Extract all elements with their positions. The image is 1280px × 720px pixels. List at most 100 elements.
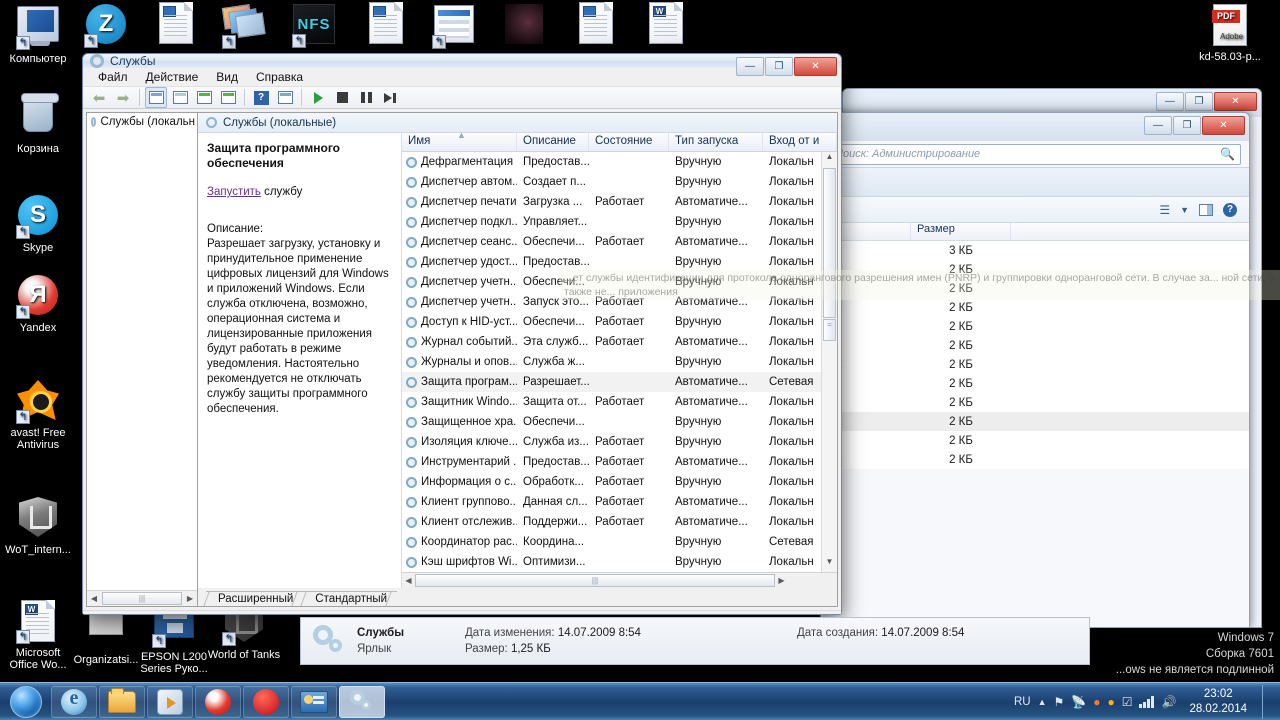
scroll-left-arrow[interactable]: ◀ <box>402 576 415 585</box>
column-header-description[interactable]: Описание <box>517 133 589 151</box>
column-header-state[interactable]: Состояние <box>589 133 669 151</box>
chevron-up-icon[interactable]: ▲ <box>1038 697 1047 707</box>
minimize-button[interactable]: — <box>1156 92 1184 111</box>
signal-icon[interactable] <box>1139 695 1155 708</box>
table-row[interactable]: Журналы и опов... Служба ж... Вручную Ло… <box>402 352 821 372</box>
list-vertical-scrollbar[interactable]: ▲ = ▼ <box>821 152 837 572</box>
restart-service-icon[interactable] <box>379 87 401 108</box>
avast-icon[interactable]: ● <box>1093 695 1100 709</box>
opera-tray-icon[interactable]: ● <box>1107 695 1114 709</box>
preview-pane-icon[interactable] <box>1199 203 1213 216</box>
tab-extended[interactable]: Расширенный <box>206 591 304 606</box>
menu-file[interactable]: Файл <box>89 68 137 86</box>
desktop-icon-yandex[interactable]: Я ↰ Yandex <box>0 273 76 334</box>
services-list-view[interactable]: Имя ▲ Описание Состояние Тип запуска Вхо… <box>402 133 837 588</box>
search-input[interactable]: Поиск: Администрирование 🔍 <box>829 143 1241 165</box>
table-row[interactable]: Диспетчер учетн... Запуск это... Работае… <box>402 292 821 312</box>
explorer-window-front[interactable]: — ❐ ✕ Поиск: Администрирование 🔍 ☰ ▼ ? Р… <box>820 112 1250 628</box>
tree-node-services-local[interactable]: Службы (локальн <box>87 113 197 131</box>
desktop-icon-dark-game[interactable] <box>486 2 562 51</box>
taskbar-item-services[interactable] <box>339 685 385 718</box>
scroll-down-arrow[interactable]: ▼ <box>826 557 834 572</box>
table-row[interactable]: Дефрагментация ... Предостав... Вручную … <box>402 152 821 172</box>
close-button[interactable]: ✕ <box>1202 116 1245 135</box>
file-row[interactable]: ык 2 КБ <box>821 298 1249 317</box>
desktop-icon-wot[interactable]: WoT_intern... <box>0 495 76 556</box>
close-button[interactable]: ✕ <box>1214 92 1257 111</box>
taskbar-item-media-player[interactable] <box>147 685 193 718</box>
table-row[interactable]: Кэш шрифтов Wi... Оптимизи... Вручную Ло… <box>402 552 821 572</box>
file-row[interactable]: ык 3 КБ <box>821 241 1249 260</box>
desktop-icon-pdf[interactable]: PDF Adobe kd-58.03-p... <box>1192 4 1268 63</box>
close-button[interactable]: ✕ <box>794 57 837 76</box>
table-row[interactable]: Диспетчер удост... Предостав... Вручную … <box>402 252 821 272</box>
scroll-up-arrow[interactable]: ▲ <box>826 152 834 167</box>
menu-help[interactable]: Справка <box>247 68 312 86</box>
flag-icon[interactable]: ⚑ <box>1054 695 1065 709</box>
table-row[interactable]: Защита програм... Разрешает... Автоматич… <box>402 372 821 392</box>
desktop-icon-skype[interactable]: S ↰ Skype <box>0 193 76 254</box>
file-row[interactable]: ык 2 КБ <box>821 374 1249 393</box>
file-row[interactable]: ык 2 КБ <box>821 450 1249 469</box>
desktop-icon-document-1[interactable] <box>138 2 214 49</box>
desktop-icon-recycle-bin[interactable]: Корзина <box>0 93 76 155</box>
export-list-icon[interactable] <box>217 87 239 108</box>
desktop-icon-explorer-window[interactable]: ↰ <box>416 2 492 52</box>
file-row[interactable]: ык 2 КБ <box>821 279 1249 298</box>
maximize-button[interactable]: ❐ <box>1185 92 1213 111</box>
console-icon[interactable] <box>274 87 296 108</box>
taskbar-item-yandex[interactable] <box>195 685 241 718</box>
start-button[interactable] <box>2 685 50 719</box>
console-tree[interactable]: Службы (локальн ◀ ||| ▶ <box>86 112 198 607</box>
table-row[interactable]: Журнал событий... Эта служб... Работает … <box>402 332 821 352</box>
table-row[interactable]: Инструментарий ... Предостав... Работает… <box>402 452 821 472</box>
back-arrow-icon[interactable]: ⬅ <box>88 87 110 108</box>
volume-icon[interactable]: 🔊 <box>1161 695 1176 709</box>
defender-icon[interactable]: ☑ <box>1122 695 1133 709</box>
clock[interactable]: 23:02 28.02.2014 <box>1183 687 1253 717</box>
scroll-right-arrow[interactable]: ▶ <box>775 576 788 585</box>
table-row[interactable]: Защитник Windo... Защита от... Работает … <box>402 392 821 412</box>
scroll-grip[interactable]: = <box>823 319 836 341</box>
taskbar-item-internet-explorer[interactable] <box>51 685 97 718</box>
desktop-icon-word-2[interactable] <box>628 2 704 49</box>
language-indicator[interactable]: RU <box>1014 696 1031 708</box>
taskbar-item-opera[interactable] <box>243 685 289 718</box>
table-row[interactable]: Диспетчер автом... Создает п... Вручную … <box>402 172 821 192</box>
table-row[interactable]: Диспетчер печати Загрузка ... Работает А… <box>402 192 821 212</box>
scroll-thumb[interactable]: ||| <box>102 592 182 605</box>
table-row[interactable]: Координатор рас... Координа... Вручную С… <box>402 532 821 552</box>
desktop-icon-computer[interactable]: ↰ Компьютер <box>0 4 76 65</box>
column-header-name[interactable]: Имя ▲ <box>402 133 517 151</box>
file-row[interactable]: ык 2 КБ <box>821 317 1249 336</box>
column-header-logon-as[interactable]: Вход от и <box>763 133 837 151</box>
tree-horizontal-scrollbar[interactable]: ◀ ||| ▶ <box>87 590 197 606</box>
view-list-icon[interactable]: ☰ <box>1159 203 1170 217</box>
column-header-size[interactable]: Размер <box>911 223 1011 240</box>
scroll-right-arrow[interactable]: ▶ <box>183 594 197 603</box>
file-row[interactable]: ык 2 КБ <box>821 260 1249 279</box>
refresh-icon[interactable] <box>193 87 215 108</box>
network-icon[interactable]: 📡 <box>1071 695 1086 709</box>
start-service-icon[interactable] <box>307 87 329 108</box>
file-row[interactable]: ык 2 КБ <box>821 431 1249 450</box>
table-row[interactable]: Доступ к HID-уст... Обеспечи... Работает… <box>402 312 821 332</box>
table-row[interactable]: Защищенное хра... Обеспечи... Вручную Ло… <box>402 412 821 432</box>
table-row[interactable]: Клиент отслежив... Поддержи... Работает … <box>402 512 821 532</box>
desktop-icon-word[interactable]: ↰ Microsoft Office Wo... <box>0 600 76 671</box>
pause-service-icon[interactable] <box>355 87 377 108</box>
table-row[interactable]: Диспетчер подкл... Управляет... Вручную … <box>402 212 821 232</box>
list-horizontal-scrollbar[interactable]: ◀ ||| ▶ <box>402 572 837 588</box>
table-row[interactable]: Диспетчер учетн... Обеспечи... Вручную Л… <box>402 272 821 292</box>
menu-action[interactable]: Действие <box>137 68 208 86</box>
scroll-thumb[interactable]: ||| <box>415 574 775 587</box>
desktop-icon-nfs[interactable]: NFS ↰ <box>276 2 352 51</box>
maximize-button[interactable]: ❐ <box>765 57 793 76</box>
minimize-button[interactable]: — <box>1144 116 1172 135</box>
file-row[interactable]: ык 2 КБ <box>821 355 1249 374</box>
minimize-button[interactable]: — <box>736 57 764 76</box>
scroll-thumb[interactable] <box>823 168 836 318</box>
taskbar-item-control-panel[interactable] <box>291 685 337 718</box>
start-service-link[interactable]: Запустить <box>207 186 261 198</box>
file-row[interactable]: ык 2 КБ <box>821 393 1249 412</box>
